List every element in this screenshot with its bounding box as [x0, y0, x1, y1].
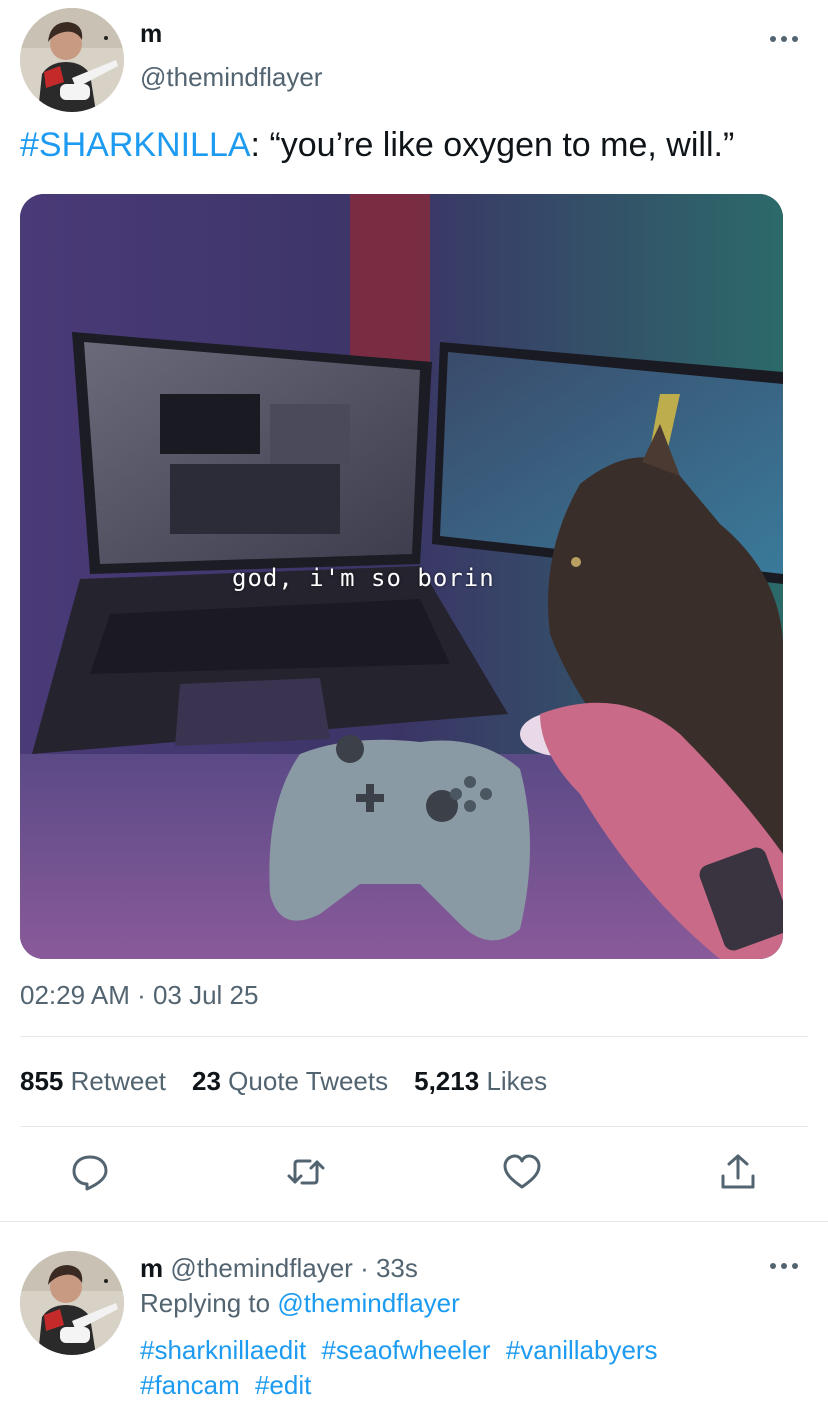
author-handle[interactable]: @themindflayer: [140, 62, 322, 93]
tweet-text: #SHARKNILLA: “you’re like oxygen to me, …: [20, 126, 734, 165]
stat-label: Quote Tweets: [228, 1066, 389, 1096]
replying-to-link[interactable]: @themindflayer: [277, 1288, 459, 1318]
divider: [0, 1221, 828, 1222]
reply-more-options-icon[interactable]: [770, 1255, 800, 1275]
tweet-stats: 855 Retweet 23 Quote Tweets 5,213 Likes: [20, 1066, 547, 1097]
stat-count: 5,213: [414, 1066, 480, 1096]
stat-count: 855: [20, 1066, 64, 1096]
reply-header: m @themindflayer · 33s: [140, 1253, 418, 1284]
hashtag-link[interactable]: #vanillabyers: [506, 1335, 658, 1365]
hashtag-link[interactable]: #fancam: [140, 1370, 240, 1400]
reply-time[interactable]: · 33s: [360, 1253, 418, 1283]
reply-hashtags: #sharknillaedit #seaofwheeler #vanillaby…: [140, 1333, 800, 1401]
reply-author-name[interactable]: m: [140, 1253, 163, 1283]
share-icon[interactable]: [718, 1152, 758, 1192]
stat-label: Retweet: [70, 1066, 167, 1096]
reply-icon[interactable]: [70, 1152, 110, 1192]
hashtag-link[interactable]: #edit: [255, 1370, 311, 1400]
replying-label: Replying to: [140, 1288, 271, 1318]
stat-label: Likes: [486, 1066, 548, 1096]
action-bar: [0, 1152, 828, 1196]
like-icon[interactable]: [502, 1152, 542, 1192]
retweet-count[interactable]: 855 Retweet: [20, 1066, 166, 1097]
media-caption: god, i'm so borin: [232, 564, 495, 592]
hashtag-link[interactable]: #SHARKNILLA: [20, 126, 251, 164]
retweet-icon[interactable]: [286, 1152, 326, 1192]
quote-tweets-count[interactable]: 23 Quote Tweets: [192, 1066, 388, 1097]
stat-count: 23: [192, 1066, 221, 1096]
author-avatar[interactable]: [20, 8, 124, 112]
reply-author-handle[interactable]: @themindflayer: [170, 1253, 352, 1283]
hashtag-link[interactable]: #seaofwheeler: [321, 1335, 490, 1365]
author-name[interactable]: m: [140, 20, 162, 49]
tweet-body: : “you’re like oxygen to me, will.”: [250, 126, 735, 164]
hashtag-link[interactable]: #sharknillaedit: [140, 1335, 306, 1365]
more-options-icon[interactable]: [770, 28, 800, 48]
reply-author-avatar[interactable]: [20, 1251, 124, 1355]
replying-to: Replying to @themindflayer: [140, 1288, 460, 1319]
tweet-media[interactable]: god, i'm so borin: [20, 194, 783, 959]
likes-count[interactable]: 5,213 Likes: [414, 1066, 547, 1097]
divider: [20, 1036, 808, 1037]
divider: [20, 1126, 808, 1127]
tweet-timestamp[interactable]: 02:29 AM · 03 Jul 25: [20, 980, 258, 1011]
